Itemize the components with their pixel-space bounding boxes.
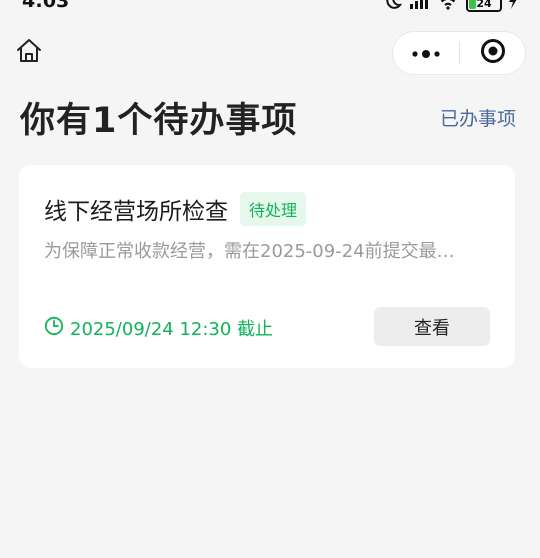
clock-icon [44, 316, 64, 341]
deadline-row: 2025/09/24 12:30 截止 [44, 315, 273, 341]
wifi-icon [436, 0, 460, 14]
card-title-row: 线下经营场所检查 待处理 [44, 192, 307, 226]
target-close-icon [480, 38, 506, 68]
battery-fill [469, 0, 476, 9]
done-items-link[interactable]: 已办事项 [440, 104, 516, 131]
more-dots-icon [411, 44, 441, 63]
mini-program-capsule [392, 31, 526, 75]
card-description: 为保障正常收款经营，需在2025-09-24前提交最… [44, 241, 455, 262]
close-button[interactable] [460, 32, 525, 74]
status-icons: 5G 24 [384, 0, 518, 14]
status-badge: 待处理 [240, 192, 307, 226]
page-title: 你有1个待办事项 [20, 101, 298, 141]
deadline-text: 2025/09/24 12:30 截止 [70, 319, 274, 340]
status-time: 4:03 [22, 0, 70, 12]
card-title: 线下经营场所检查 [44, 199, 228, 225]
view-button[interactable]: 查看 [374, 307, 490, 346]
todo-card[interactable]: 线下经营场所检查 待处理 为保障正常收款经营，需在2025-09-24前提交最…… [19, 165, 515, 368]
battery-level: 24 [476, 0, 492, 10]
screen: 4:03 5G 24 [0, 0, 540, 558]
charging-icon [508, 0, 518, 13]
status-bar: 4:03 5G 24 [0, 0, 540, 16]
home-button[interactable] [12, 36, 46, 70]
home-icon [15, 37, 43, 69]
battery-indicator: 24 [466, 0, 502, 12]
moon-icon [384, 0, 403, 14]
more-button[interactable] [393, 32, 459, 74]
signal-icon: 5G [408, 0, 430, 14]
